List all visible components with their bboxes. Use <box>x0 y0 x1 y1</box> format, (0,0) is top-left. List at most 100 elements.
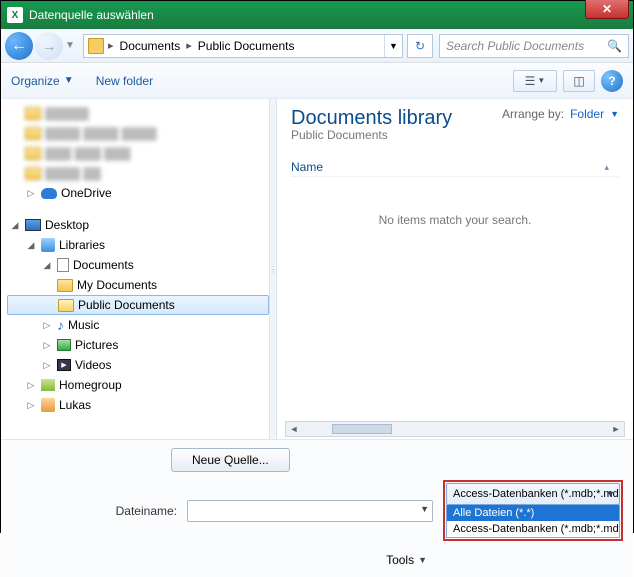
music-icon: ♪ <box>57 318 64 332</box>
tools-menu[interactable]: Tools ▼ <box>187 549 431 571</box>
window-title: Datenquelle auswählen <box>29 8 154 22</box>
expand-toggle[interactable]: ▷ <box>41 360 53 371</box>
chevron-right-icon[interactable]: ▸ <box>108 39 114 52</box>
user-icon <box>41 398 55 412</box>
search-input[interactable]: Search Public Documents 🔍 <box>439 34 629 58</box>
history-dropdown[interactable]: ▼ <box>65 40 75 51</box>
expand-toggle[interactable]: ◢ <box>9 220 21 231</box>
file-list-pane: Documents library Public Documents Arran… <box>277 99 633 439</box>
breadcrumb-item[interactable]: Public Documents <box>196 39 297 53</box>
tree-item-music[interactable]: ▷ ♪ Music <box>7 315 269 335</box>
new-folder-label: New folder <box>96 74 153 88</box>
tree-item-user[interactable]: ▷Lukas <box>7 395 269 415</box>
videos-icon: ▶ <box>57 359 71 371</box>
filetype-option[interactable]: Alle Dateien (*.*) <box>447 505 619 521</box>
preview-pane-button[interactable]: ◫ <box>563 70 595 92</box>
bottom-panel: Neue Quelle... Dateiname: ▼ Access-Daten… <box>1 439 633 577</box>
tree-label: OneDrive <box>61 186 112 200</box>
organize-menu[interactable]: Organize ▼ <box>11 74 74 88</box>
tree-item[interactable]: ▓▓▓▓ ▓▓▓▓ ▓▓▓▓ <box>7 123 269 143</box>
chevron-down-icon[interactable]: ▼ <box>420 504 429 514</box>
toolbar: Organize ▼ New folder ☰ ▼ ◫ ? <box>1 63 633 99</box>
libraries-icon <box>41 238 55 252</box>
tree-item[interactable]: ▓▓▓ ▓▓▓ ▓▓▓ <box>7 143 269 163</box>
address-dropdown[interactable]: ▼ <box>384 35 402 57</box>
empty-message: No items match your search. <box>291 213 619 227</box>
back-button[interactable]: ← <box>5 32 33 60</box>
navigation-tree[interactable]: ▓▓▓▓▓ ▓▓▓▓ ▓▓▓▓ ▓▓▓▓ ▓▓▓ ▓▓▓ ▓▓▓ ▓▓▓▓ ▓▓… <box>1 99 269 439</box>
tree-item-homegroup[interactable]: ▷ Homegroup <box>7 375 269 395</box>
excel-icon: X <box>7 7 23 23</box>
help-icon: ? <box>608 74 615 88</box>
new-source-button[interactable]: Neue Quelle... <box>171 448 290 472</box>
arrange-by-value: Folder <box>570 107 604 121</box>
filetype-option[interactable]: Access-Datenbanken (*.mdb;*.mde;*.accdb) <box>447 521 619 537</box>
breadcrumb[interactable]: ▸ Documents ▸ Public Documents ▼ <box>83 34 403 58</box>
search-placeholder: Search Public Documents <box>446 39 584 53</box>
tree-label: Documents <box>73 258 134 272</box>
tree-item-my-documents[interactable]: My Documents <box>7 275 269 295</box>
close-button[interactable]: ✕ <box>585 0 629 19</box>
splitter[interactable]: ⋮ <box>269 99 277 439</box>
arrange-by-label: Arrange by: <box>502 107 564 121</box>
desktop-icon <box>25 219 41 231</box>
tree-item[interactable]: ▓▓▓▓ ▓▓ <box>7 163 269 183</box>
library-title: Documents library <box>291 107 452 130</box>
filetype-dropdown[interactable]: Access-Datenbanken (*.mdb;*.mde;*.accdb)… <box>446 483 620 505</box>
scroll-right-icon[interactable]: ► <box>608 424 624 434</box>
folder-icon <box>25 167 41 180</box>
expand-toggle[interactable]: ◢ <box>25 240 37 251</box>
expand-toggle[interactable]: ▷ <box>41 340 53 351</box>
refresh-icon: ↻ <box>415 39 425 53</box>
pictures-icon <box>57 339 71 351</box>
tree-label: My Documents <box>77 278 157 292</box>
folder-icon <box>57 279 73 292</box>
breadcrumb-item[interactable]: Documents <box>118 39 183 53</box>
view-mode-button[interactable]: ☰ ▼ <box>513 70 557 92</box>
tree-label: Public Documents <box>78 298 175 312</box>
expand-toggle[interactable]: ◢ <box>41 260 53 271</box>
new-folder-button[interactable]: New folder <box>96 74 153 88</box>
horizontal-scrollbar[interactable]: ◄ ► <box>285 421 625 437</box>
new-source-label: Neue Quelle... <box>192 453 269 467</box>
folder-icon <box>88 38 104 54</box>
column-header-name[interactable]: Name ▴ <box>291 158 619 177</box>
tree-label: Desktop <box>45 218 89 232</box>
folder-icon <box>25 127 41 140</box>
help-button[interactable]: ? <box>601 70 623 92</box>
tree-label: Pictures <box>75 338 118 352</box>
arrow-left-icon: ← <box>11 37 27 55</box>
tree-item-pictures[interactable]: ▷ Pictures <box>7 335 269 355</box>
tree-item-videos[interactable]: ▷ ▶ Videos <box>7 355 269 375</box>
organize-label: Organize <box>11 74 60 88</box>
expand-toggle[interactable]: ▷ <box>25 400 37 411</box>
tree-item-libraries[interactable]: ◢Libraries <box>7 235 269 255</box>
scrollbar-thumb[interactable] <box>332 424 392 434</box>
chevron-down-icon: ▼ <box>389 41 398 51</box>
arrange-by-dropdown[interactable]: Arrange by: Folder ▼ <box>502 107 619 121</box>
tree-label: Homegroup <box>59 378 122 392</box>
filename-input[interactable]: ▼ <box>187 500 433 522</box>
chevron-down-icon: ▼ <box>610 109 619 119</box>
filename-label: Dateiname: <box>11 504 181 518</box>
chevron-right-icon[interactable]: ▸ <box>186 39 192 52</box>
expand-toggle[interactable]: ▷ <box>25 380 37 391</box>
tree-item[interactable]: ▓▓▓▓▓ <box>7 103 269 123</box>
expand-toggle[interactable]: ▷ <box>41 320 53 331</box>
tree-item-desktop[interactable]: ◢ Desktop <box>7 215 269 235</box>
chevron-down-icon: ▼ <box>606 489 615 499</box>
scroll-left-icon[interactable]: ◄ <box>286 424 302 434</box>
filetype-selected: Access-Datenbanken (*.mdb;*.mde;*.accdb) <box>453 488 620 500</box>
chevron-down-icon: ▼ <box>418 555 427 565</box>
tools-label: Tools <box>386 553 414 567</box>
forward-button[interactable]: → <box>35 32 63 60</box>
refresh-button[interactable]: ↻ <box>407 34 433 58</box>
tree-item-public-documents[interactable]: Public Documents <box>7 295 269 315</box>
tree-label: Videos <box>75 358 111 372</box>
preview-pane-icon: ◫ <box>573 74 584 88</box>
tree-label: Music <box>68 318 99 332</box>
tree-item-onedrive[interactable]: ▷ OneDrive <box>7 183 269 203</box>
tree-item-documents[interactable]: ◢ Documents <box>7 255 269 275</box>
folder-icon <box>25 107 41 120</box>
expand-toggle[interactable]: ▷ <box>25 188 37 199</box>
